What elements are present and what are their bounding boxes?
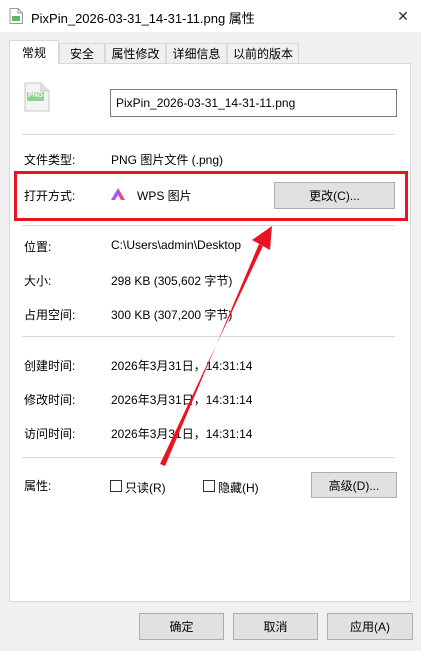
open-with-app: WPS 图片 <box>137 189 192 203</box>
location-label: 位置: <box>24 240 52 254</box>
size-value: 298 KB (305,602 字节) <box>111 274 233 288</box>
separator <box>22 225 395 226</box>
image-file-icon <box>9 8 23 24</box>
separator <box>22 134 395 135</box>
created-value: 2026年3月31日，14:31:14 <box>111 359 253 373</box>
accessed-value: 2026年3月31日，14:31:14 <box>111 427 253 441</box>
tab-previous-versions[interactable]: 以前的版本 <box>227 43 299 63</box>
file-type-label: 文件类型: <box>24 153 76 167</box>
attributes-label: 属性: <box>24 479 52 493</box>
tab-attribute-edit[interactable]: 属性修改 <box>105 43 166 63</box>
window-title: PixPin_2026-03-31_14-31-11.png 属性 <box>31 11 255 26</box>
filename-input[interactable] <box>110 89 397 117</box>
created-label: 创建时间: <box>24 359 76 373</box>
tab-general[interactable]: 常规 <box>9 40 59 64</box>
file-type-value: PNG 图片文件 (.png) <box>111 153 224 167</box>
separator <box>22 457 395 458</box>
hidden-label: 隐藏(H) <box>218 481 259 495</box>
modified-value: 2026年3月31日，14:31:14 <box>111 393 253 407</box>
ok-button[interactable]: 确定 <box>139 613 224 640</box>
png-file-icon: PNG <box>24 82 50 115</box>
size-label: 大小: <box>24 274 52 288</box>
accessed-label: 访问时间: <box>24 427 76 441</box>
size-on-disk-label: 占用空间: <box>24 308 76 322</box>
readonly-checkbox[interactable] <box>110 480 122 492</box>
location-value: C:\Users\admin\Desktop <box>111 238 242 252</box>
size-on-disk-value: 300 KB (307,200 字节) <box>111 308 233 322</box>
tab-details[interactable]: 详细信息 <box>166 43 227 63</box>
advanced-button[interactable]: 高级(D)... <box>311 472 397 498</box>
separator <box>22 336 395 337</box>
close-button[interactable]: ✕ <box>385 0 421 32</box>
cancel-button[interactable]: 取消 <box>233 613 318 640</box>
close-icon: ✕ <box>397 7 409 24</box>
modified-label: 修改时间: <box>24 393 76 407</box>
general-panel <box>9 63 411 602</box>
tab-security[interactable]: 安全 <box>59 43 105 63</box>
hidden-checkbox[interactable] <box>203 480 215 492</box>
change-button[interactable]: 更改(C)... <box>274 182 395 209</box>
open-with-label: 打开方式: <box>24 189 76 203</box>
apply-button[interactable]: 应用(A) <box>327 613 413 640</box>
wps-app-icon <box>110 186 126 205</box>
readonly-label: 只读(R) <box>125 481 166 495</box>
